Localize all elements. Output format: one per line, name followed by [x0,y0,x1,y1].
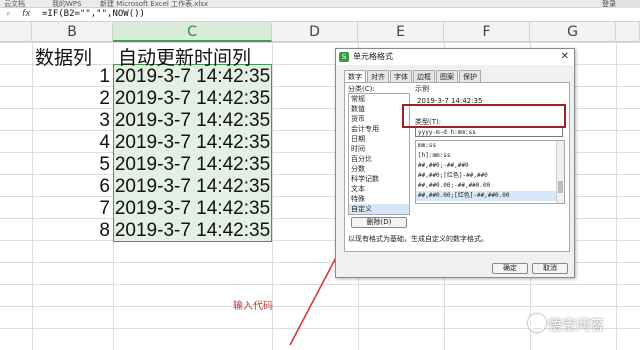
dialog-title: 单元格格式 [353,52,393,61]
scrollbar-thumb[interactable] [558,181,563,193]
format-list-scrollbar[interactable] [556,141,564,203]
format-item[interactable]: [h]:mm:ss [416,151,564,161]
highlight-box [402,104,566,128]
category-item[interactable]: 时间 [349,144,409,154]
category-item[interactable]: 文本 [349,184,409,194]
format-item-selected[interactable]: ##,##0.00;[红色]-##,##0.00 [416,191,564,201]
category-list[interactable]: 常规 数值 货币 会计专用 日期 时间 百分比 分数 科学记数 文本 特殊 自定… [348,93,410,215]
category-item[interactable]: 科学记数 [349,174,409,184]
format-item[interactable]: ##,##0;-##,##0 [416,161,564,171]
category-item-custom[interactable]: 自定义 [349,204,409,214]
category-item[interactable]: 日期 [349,134,409,144]
annotation-label: 输入代码 [233,301,273,312]
category-item[interactable]: 分数 [349,164,409,174]
category-item[interactable]: 会计专用 [349,124,409,134]
hint-text: 以现有格式为基础，生成自定义的数字格式。 [348,235,488,243]
category-item[interactable]: 常规 [349,94,409,104]
ok-button[interactable]: 确定 [492,263,528,274]
watermark-text: 悟空问答 [548,318,604,334]
format-item[interactable]: ##,##0.00;-##,##0.00 [416,181,564,191]
category-item[interactable]: 特殊 [349,194,409,204]
category-item[interactable]: 百分比 [349,154,409,164]
tab-protection[interactable]: 保护 [459,70,481,82]
cancel-button[interactable]: 取消 [532,263,568,274]
tab-pattern[interactable]: 图案 [436,70,458,82]
format-list[interactable]: mm:ss [h]:mm:ss ##,##0;-##,##0 ##,##0;[红… [415,140,565,204]
delete-button[interactable]: 删除(D) [351,217,407,228]
sample-label: 示例 [415,85,429,93]
tab-alignment[interactable]: 对齐 [367,70,389,82]
wps-app-icon: S [339,52,349,62]
type-input[interactable]: yyyy-m-d h:mm:ss [415,127,563,137]
dialog-titlebar[interactable]: S 单元格格式 ✕ [336,49,574,65]
format-item[interactable]: ##,##0;[红色]-##,##0 [416,171,564,181]
tab-border[interactable]: 边框 [413,70,435,82]
category-item[interactable]: 数值 [349,104,409,114]
close-icon[interactable]: ✕ [561,49,569,65]
format-item[interactable]: mm:ss [416,141,564,151]
category-item[interactable]: 货币 [349,114,409,124]
tab-font[interactable]: 字体 [390,70,412,82]
watermark-logo-icon [528,314,546,332]
format-cells-dialog: S 单元格格式 ✕ 数字 对齐 字体 边框 图案 保护 分类(C): 常规 数值… [335,48,575,278]
